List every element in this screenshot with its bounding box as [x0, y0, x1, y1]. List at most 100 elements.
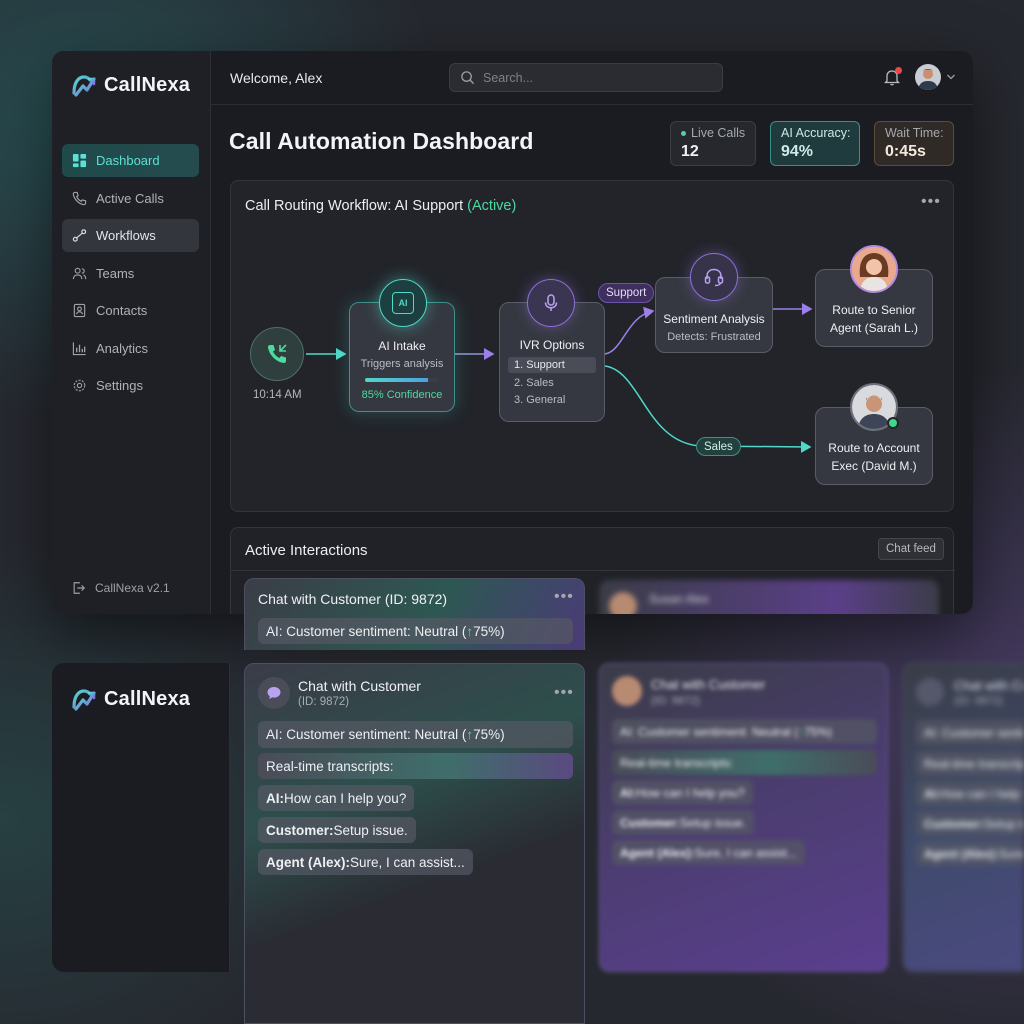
sidebar-item-active-calls[interactable]: Active Calls [62, 182, 199, 215]
ai-intake-subtitle: Triggers analysis [360, 358, 444, 370]
ai-intake-title: AI Intake [378, 339, 426, 353]
app-name: CallNexa [104, 687, 191, 710]
chat-card-far-blurred: Chat with Customer (ID: 9872) AI: Custom… [903, 663, 1024, 972]
sidebar-item-label: Analytics [96, 340, 149, 356]
sentiment-title: Sentiment Analysis [663, 312, 765, 326]
chat-id: (ID: 9872) [298, 696, 350, 708]
sidebar-item-label: Teams [96, 265, 135, 281]
incoming-call-node[interactable] [250, 327, 304, 381]
sidebar-item-analytics[interactable]: Analytics [62, 332, 199, 365]
notification-dot [895, 67, 902, 74]
sentiment-pct: 75%) [804, 724, 833, 739]
sidebar-item-label: Dashboard [96, 153, 160, 168]
search-icon [461, 71, 475, 85]
blurred-chat-name: Susan Alex [649, 592, 710, 606]
ivr-option-sales[interactable]: 2. Sales [508, 373, 596, 389]
stat-wait-time: Wait Time: 0:45s [874, 121, 954, 166]
search-input[interactable] [483, 70, 703, 85]
message-ai: AI: How can I help you? [258, 785, 415, 811]
message-text: How can I help you? [284, 790, 407, 806]
confidence-bar [365, 378, 439, 382]
version-footer[interactable]: CallNexa v2.1 [72, 581, 170, 595]
chat-card-title: Chat with Customer (ID: 9872) [258, 591, 448, 607]
route-account-line1: Route to Account [828, 441, 920, 455]
chevron-down-icon[interactable] [946, 73, 956, 81]
dashboard-icon [72, 153, 87, 168]
headset-icon [704, 268, 724, 287]
users-icon [72, 267, 87, 279]
stat-live-calls: Live Calls 12 [670, 121, 756, 166]
chat-card-blurred: Chat with Customer (ID: 9872) AI: Custom… [599, 663, 888, 972]
sidebar-item-dashboard[interactable]: Dashboard [62, 144, 199, 177]
sidebar-item-settings[interactable]: Settings [62, 369, 199, 402]
chat-id: (ID: 9872) [954, 695, 1003, 707]
chat-title: Chat with Customer [651, 677, 766, 692]
route-account-line2: Exec (David M.) [831, 459, 917, 473]
chat-card-collapsed[interactable]: Chat with Customer (ID: 9872) ••• AI: Cu… [244, 578, 585, 650]
dashboard-window: CallNexa Dashboard Active Calls Workflow… [52, 51, 973, 614]
sentiment-pct: 75%) [473, 727, 505, 742]
chat-feed-button[interactable]: Chat feed [878, 538, 944, 560]
message-speaker: AI: [266, 790, 284, 806]
version-label: CallNexa v2.1 [95, 581, 170, 595]
call-time: 10:14 AM [253, 389, 302, 401]
message-text: Setup issue. [680, 815, 747, 830]
live-indicator-dot [681, 131, 686, 137]
gear-icon [73, 379, 86, 392]
message-text: Setup issue. [333, 822, 408, 838]
trend-up-arrow-icon: ↑ [466, 623, 474, 639]
chat-title: Chat with Customer [954, 678, 1024, 693]
transcripts-label-chip: Real-time transcripts: [612, 750, 877, 775]
message-text: Sure, I can assist... [350, 854, 465, 870]
ivr-option-support[interactable]: 1. Support [508, 357, 596, 373]
headset-badge [690, 253, 738, 301]
online-status-dot [887, 417, 899, 429]
chat-card-more-button[interactable]: ••• [554, 588, 574, 606]
sidebar: CallNexa Dashboard Active Calls Workflow… [52, 51, 211, 614]
agent-avatar-sarah [850, 245, 898, 293]
logo: CallNexa [70, 71, 190, 99]
chat-card-expanded[interactable]: Chat with Customer (ID: 9872) ••• AI: Cu… [244, 663, 585, 1024]
trend-up-arrow-icon: ↑ [466, 727, 474, 742]
message-text: Sure, I can assist... [694, 845, 797, 860]
sentiment-chip: AI: Customer sentiment: Neutral (↑ 75%) [258, 618, 573, 644]
sentiment-chip: AI: Customer sentiment: Neutral (↑ 75%) [612, 719, 877, 744]
message-customer: Customer: Setup issue. [916, 811, 1024, 836]
message-agent: Agent (Alex): Sure, I can assist... [258, 849, 473, 875]
sidebar-item-workflows[interactable]: Workflows [62, 219, 199, 252]
transcripts-label-chip: Real-time transcripts: [258, 753, 573, 779]
stat-ai-accuracy: AI Accuracy: 94% [770, 121, 860, 166]
workflow-panel: Call Routing Workflow: AI Support (Activ… [230, 180, 954, 512]
interactions-title: Active Interactions [245, 542, 368, 559]
blurred-chat-card: Susan Alex [599, 580, 939, 614]
chat-more-button[interactable]: ••• [554, 684, 574, 702]
contact-card-icon [73, 303, 86, 318]
message-customer: Customer: Setup issue. [258, 817, 416, 843]
logout-icon [73, 582, 86, 594]
ai-chip-badge: AI [379, 279, 427, 327]
sidebar-item-contacts[interactable]: Contacts [62, 294, 199, 327]
agent-photo-sarah-icon [852, 247, 896, 291]
user-avatar[interactable] [915, 64, 941, 90]
sentiment-text: AI: Customer sentiment: Neutral ( [620, 724, 799, 739]
chat-avatar [612, 676, 642, 706]
app-name: CallNexa [104, 73, 191, 96]
sidebar-item-label: Workflows [96, 228, 156, 243]
message-ai: AI: How can I help you? [612, 780, 753, 805]
stat-label: Live Calls [691, 126, 746, 140]
sidebar-item-teams[interactable]: Teams [62, 257, 199, 290]
ivr-option-general[interactable]: 3. General [508, 389, 596, 406]
confidence-bar-fill [365, 378, 428, 382]
chat-title: Chat with Customer [298, 678, 421, 694]
support-branch-label: Support [598, 283, 655, 303]
message-speaker: Agent (Alex): [266, 854, 350, 870]
message-ai: AI: How can I help you? [916, 781, 1024, 806]
stat-label: Wait Time: [885, 126, 944, 140]
phone-incoming-icon [267, 344, 287, 364]
message-agent: Agent (Alex): Sure, I can assist... [612, 840, 805, 865]
message-customer: Customer: Setup issue. [612, 810, 755, 835]
message-speaker: Customer: [620, 815, 681, 830]
stat-value: 0:45s [885, 143, 926, 160]
chat-avatar [916, 678, 944, 706]
search-box[interactable] [449, 63, 723, 92]
